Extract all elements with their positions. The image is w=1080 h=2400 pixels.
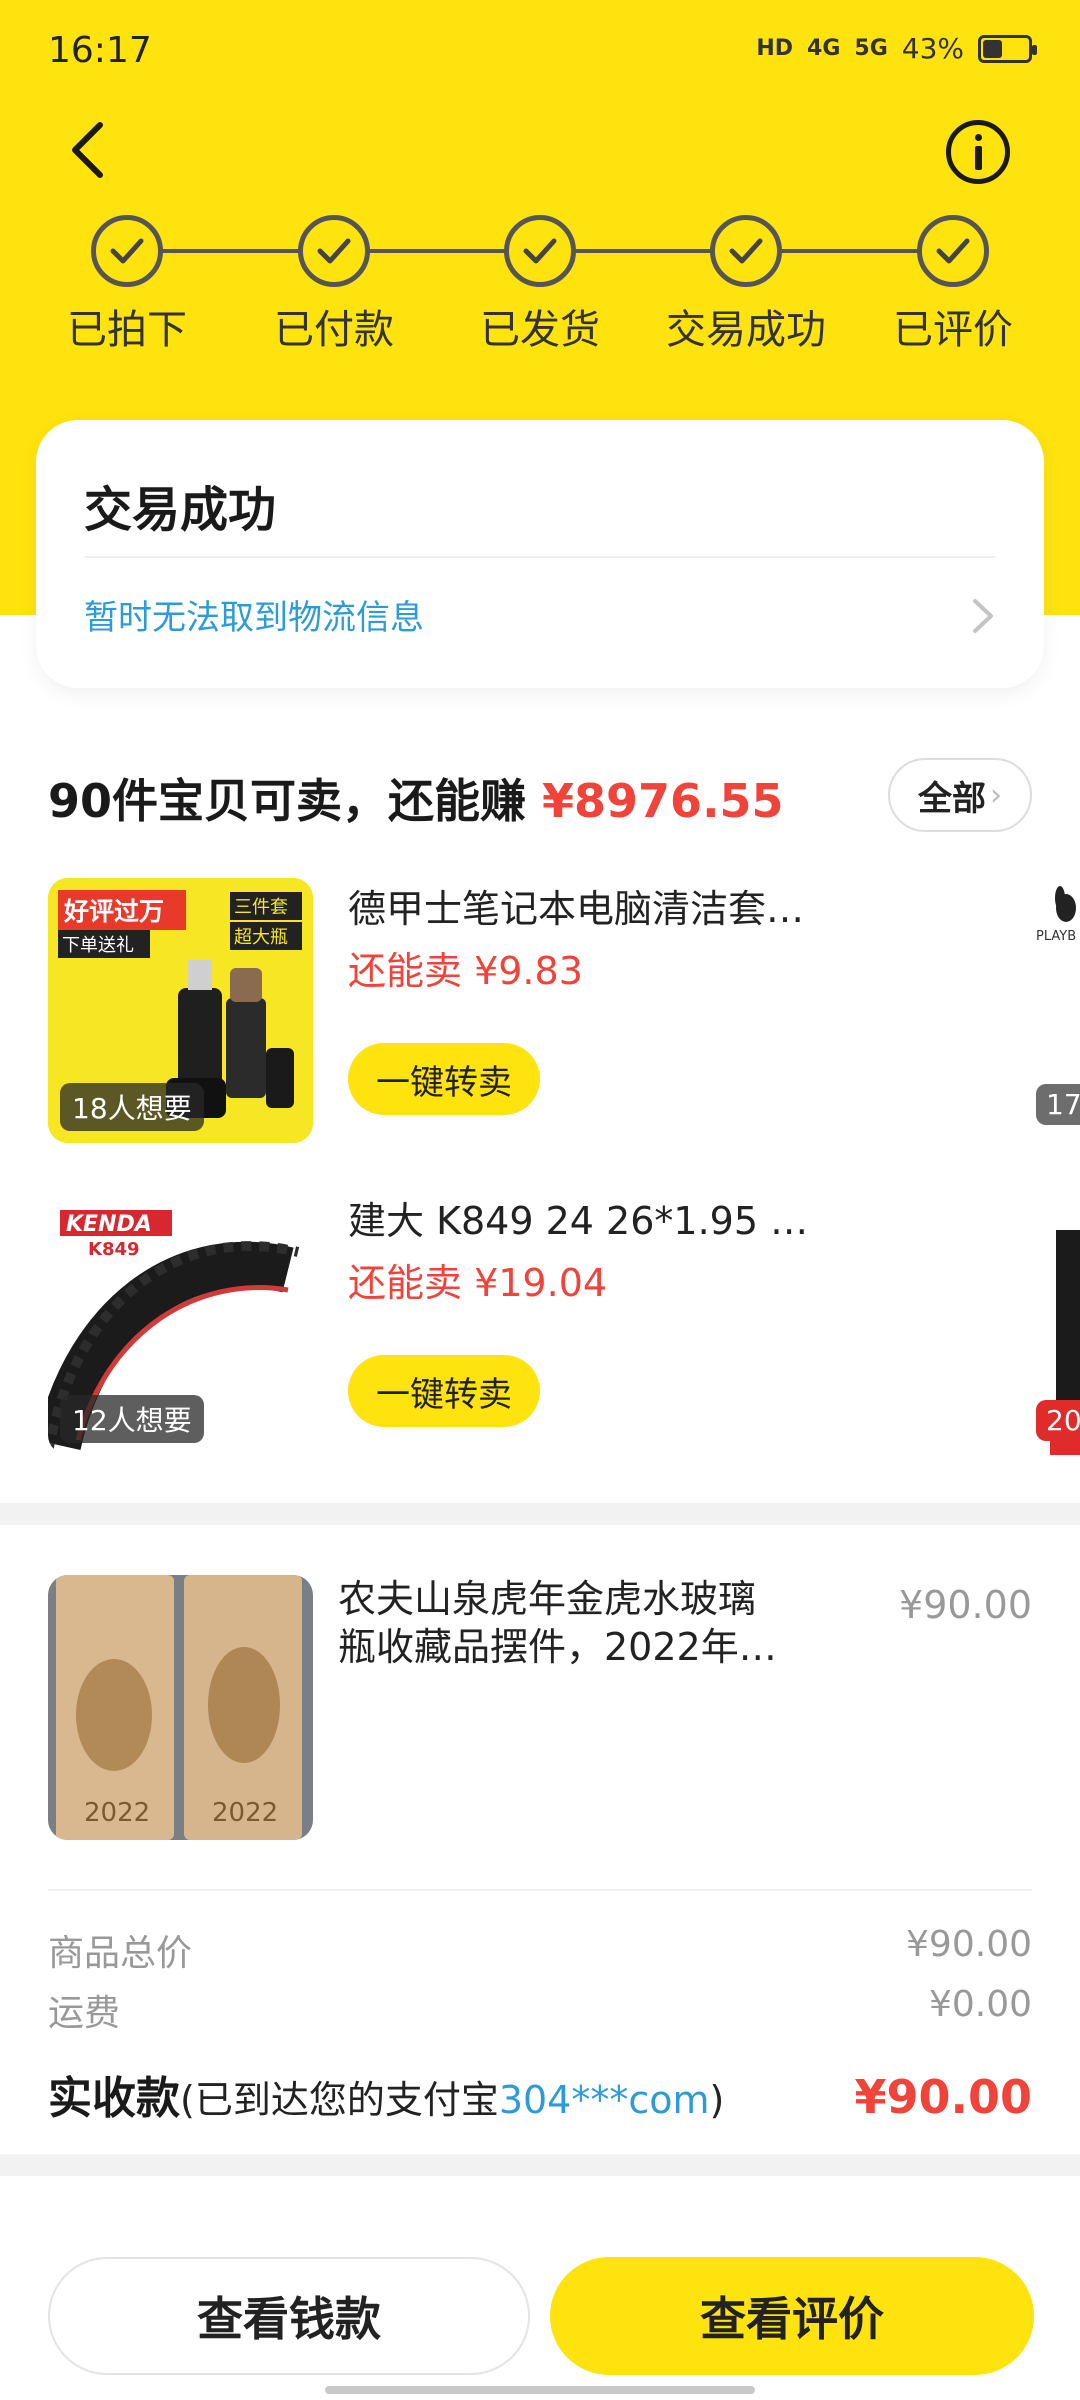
resell-amount: ¥8976.55	[542, 774, 784, 828]
order-product-name[interactable]: 农夫山泉虎年金虎水玻璃 瓶收藏品摆件，2022年…	[338, 1575, 838, 1671]
chevron-right-icon: ›	[990, 777, 1002, 813]
thumb-tag: 三件套	[234, 897, 288, 918]
check-icon	[917, 215, 989, 287]
resell-header-text: 90件宝贝可卖，还能赚	[48, 774, 527, 828]
signal-5g-icon: 5G	[854, 36, 888, 61]
actual-note: (已到达您的支付宝304***com)	[180, 2078, 724, 2122]
shipping-row: 运费 ¥0.00	[48, 1984, 1032, 2036]
thumb-tag: 好评过万	[63, 897, 164, 926]
thumb-tag: K849	[88, 1239, 140, 1260]
home-indicator	[325, 2386, 755, 2394]
order-product-image[interactable]: 2022 2022	[48, 1575, 313, 1840]
one-click-resell-button[interactable]: 一键转卖	[348, 1043, 540, 1115]
one-click-resell-button[interactable]: 一键转卖	[348, 1355, 540, 1427]
check-icon	[298, 215, 370, 287]
step-label: 交易成功	[666, 307, 826, 353]
bottle-year: 2022	[212, 1798, 278, 1828]
step-paid: 已付款	[234, 215, 434, 355]
hd-icon: HD	[756, 36, 794, 61]
actual-note-prefix: (已到达您的支付宝	[180, 2078, 499, 2122]
step-ordered: 已拍下	[27, 215, 227, 355]
resell-item[interactable]: 好评过万 下单送礼 三件套 超大瓶 18人想要 德甲士笔记本电脑清洁套… 还能卖…	[48, 878, 1080, 1148]
actual-received-amount: ¥90.00	[854, 2070, 1032, 2124]
item-name: 建大 K849 24 26*1.95 …	[348, 1199, 809, 1243]
thumb-tag: 超大瓶	[234, 927, 288, 948]
battery-icon	[978, 34, 1037, 63]
item-resell-price: 还能卖 ¥19.04	[348, 1261, 608, 1305]
step-label: 已发货	[480, 307, 600, 353]
divider	[48, 1889, 1032, 1891]
step-reviewed: 已评价	[853, 215, 1053, 355]
divider	[84, 556, 996, 558]
product-image: 好评过万 下单送礼 三件套 超大瓶 18人想要	[48, 878, 313, 1143]
info-icon[interactable]	[946, 120, 1010, 184]
status-indicators: HD 4G 5G 43%	[756, 32, 1037, 65]
actual-note-suffix: )	[709, 2078, 725, 2122]
shipping-label: 运费	[48, 1993, 121, 2034]
check-icon	[91, 215, 163, 287]
peek-item[interactable]: 20	[1036, 1190, 1080, 1455]
resell-header: 90件宝贝可卖，还能赚 ¥8976.55	[48, 765, 784, 831]
step-label: 已付款	[274, 307, 394, 353]
section-separator	[0, 2154, 1080, 2176]
product-image: KENDA K849 12人想要	[48, 1190, 313, 1455]
peek-brand: PLAYB	[1036, 929, 1076, 944]
check-icon	[710, 215, 782, 287]
alipay-account: 304***com	[498, 2078, 710, 2122]
actual-label-text: 实收款	[48, 2073, 180, 2124]
status-time: 16:17	[48, 30, 152, 71]
section-separator	[0, 1503, 1080, 1525]
all-label: 全部	[918, 778, 986, 819]
chevron-right-icon[interactable]	[970, 596, 996, 636]
logistics-link[interactable]: 暂时无法取到物流信息	[84, 590, 424, 639]
resell-item[interactable]: KENDA K849 12人想要 建大 K849 24 26*1.95 … 还能…	[48, 1190, 1080, 1460]
playboy-logo-icon: PLAYB	[1036, 886, 1076, 944]
chevron-left-icon	[72, 122, 103, 178]
step-label: 已拍下	[67, 307, 187, 353]
peek-item[interactable]: PLAYB 17	[1036, 878, 1080, 1143]
shipping-value: ¥0.00	[928, 1984, 1032, 2025]
order-name-line2: 瓶收藏品摆件，2022年…	[338, 1625, 777, 1669]
battery-percent: 43%	[901, 32, 964, 65]
back-button[interactable]	[60, 115, 120, 185]
want-count-badge: 18人想要	[60, 1083, 204, 1131]
signal-4g-icon: 4G	[807, 36, 841, 61]
bottle-year: 2022	[84, 1798, 150, 1828]
step-shipped: 已发货	[440, 215, 640, 355]
thumb-tag: KENDA	[66, 1212, 152, 1237]
actual-received-label: 实收款(已到达您的支付宝304***com)	[48, 2062, 724, 2126]
order-name-line1: 农夫山泉虎年金虎水玻璃	[338, 1577, 757, 1621]
status-title: 交易成功	[84, 482, 277, 538]
thumb-tag: 下单送礼	[62, 935, 134, 956]
all-button[interactable]: 全部 ›	[888, 758, 1032, 832]
goods-total-value: ¥90.00	[906, 1924, 1032, 1965]
status-bar: 16:17 HD 4G 5G 43%	[0, 0, 1080, 100]
item-resell-price: 还能卖 ¥9.83	[348, 949, 583, 993]
status-card: 交易成功 暂时无法取到物流信息	[36, 420, 1044, 688]
view-review-button[interactable]: 查看评价	[550, 2257, 1034, 2375]
actual-received-row: 实收款(已到达您的支付宝304***com) ¥90.00	[48, 2062, 1032, 2126]
check-icon	[504, 215, 576, 287]
goods-total-row: 商品总价 ¥90.00	[48, 1924, 1032, 1976]
goods-total-label: 商品总价	[48, 1933, 193, 1974]
view-payment-button[interactable]: 查看钱款	[48, 2257, 530, 2375]
step-label: 已评价	[893, 307, 1013, 353]
want-count-badge: 12人想要	[60, 1395, 204, 1443]
item-name: 德甲士笔记本电脑清洁套…	[348, 887, 805, 931]
want-count-badge: 20	[1036, 1400, 1080, 1441]
step-success: 交易成功	[646, 215, 846, 355]
want-count-badge: 17	[1036, 1084, 1080, 1125]
order-price: ¥90.00	[899, 1583, 1032, 1627]
